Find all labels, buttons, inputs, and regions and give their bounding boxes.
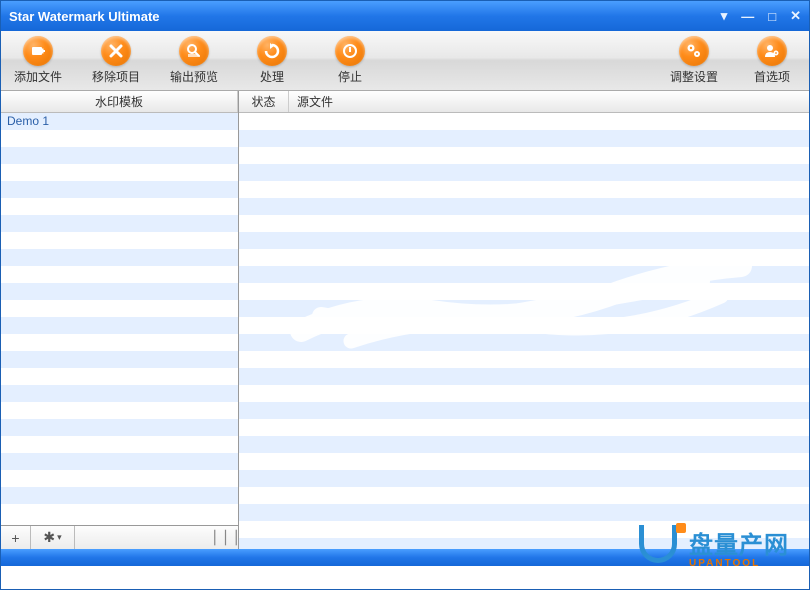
process-label: 处理 xyxy=(260,68,284,85)
window-title: Star Watermark Ultimate xyxy=(9,9,721,24)
template-options-button[interactable]: ✱ ▾ xyxy=(31,526,75,549)
remove-items-label: 移除项目 xyxy=(92,68,140,85)
process-icon xyxy=(257,36,287,66)
add-files-button[interactable]: 添加文件 xyxy=(13,36,63,85)
stop-button[interactable]: 停止 xyxy=(325,36,375,85)
process-button[interactable]: 处理 xyxy=(247,36,297,85)
files-header: 状态 源文件 xyxy=(239,91,809,113)
template-column-header[interactable]: 水印模板 xyxy=(1,91,238,112)
preferences-button[interactable]: 首选项 xyxy=(747,36,797,85)
add-files-icon xyxy=(23,36,53,66)
drag-handle-icon[interactable]: ⎪⎪⎪ xyxy=(214,526,238,549)
list-item[interactable]: Demo 1 xyxy=(1,113,238,130)
preview-icon xyxy=(179,36,209,66)
minimize-button[interactable]: — xyxy=(741,9,754,24)
templates-list[interactable]: Demo 1 xyxy=(1,113,238,525)
gear-icon: ✱ xyxy=(43,529,55,546)
preferences-label: 首选项 xyxy=(754,68,790,85)
close-button[interactable]: ✕ xyxy=(790,8,801,24)
adjust-settings-label: 调整设置 xyxy=(670,68,718,85)
output-preview-label: 输出预览 xyxy=(170,68,218,85)
files-panel: 状态 源文件 xyxy=(239,91,809,549)
files-list[interactable] xyxy=(239,113,809,549)
chevron-down-icon: ▾ xyxy=(57,532,62,543)
templates-bottom-bar: + ✱ ▾ ⎪⎪⎪ xyxy=(1,525,238,549)
stop-icon xyxy=(335,36,365,66)
adjust-settings-button[interactable]: 调整设置 xyxy=(669,36,719,85)
app-window: Star Watermark Ultimate ▾ — □ ✕ 添加文件 移除项… xyxy=(0,0,810,590)
status-column-header[interactable]: 状态 xyxy=(239,91,289,112)
titlebar[interactable]: Star Watermark Ultimate ▾ — □ ✕ xyxy=(1,1,809,31)
dropdown-icon[interactable]: ▾ xyxy=(721,8,728,24)
window-controls: ▾ — □ ✕ xyxy=(721,8,801,24)
add-template-button[interactable]: + xyxy=(1,526,31,549)
add-files-label: 添加文件 xyxy=(14,68,62,85)
statusbar xyxy=(1,549,809,566)
templates-header: 水印模板 xyxy=(1,91,238,113)
stop-label: 停止 xyxy=(338,68,362,85)
settings-icon xyxy=(679,36,709,66)
content-area: 水印模板 Demo 1 + ✱ ▾ ⎪⎪⎪ 状态 源文件 xyxy=(1,91,809,549)
toolbar: 添加文件 移除项目 输出预览 处理 停止 xyxy=(1,31,809,91)
remove-items-button[interactable]: 移除项目 xyxy=(91,36,141,85)
maximize-button[interactable]: □ xyxy=(768,9,776,24)
remove-icon xyxy=(101,36,131,66)
preferences-icon xyxy=(757,36,787,66)
templates-panel: 水印模板 Demo 1 + ✱ ▾ ⎪⎪⎪ xyxy=(1,91,239,549)
source-column-header[interactable]: 源文件 xyxy=(289,91,809,112)
output-preview-button[interactable]: 输出预览 xyxy=(169,36,219,85)
